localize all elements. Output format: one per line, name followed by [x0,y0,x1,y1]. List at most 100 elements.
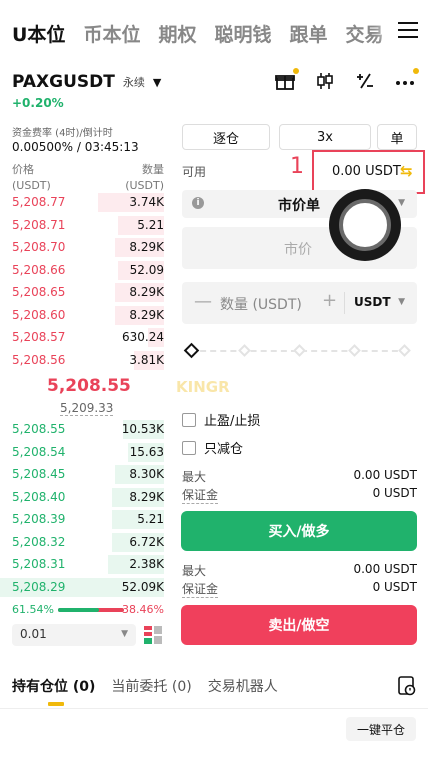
ask-row[interactable]: 5,208.65 8.29K [0,281,170,304]
slider-knob-75[interactable] [348,344,361,357]
price-change: +0.20% [12,96,64,110]
pair-selector[interactable]: PAXGUSDT 永续 ▼ [12,72,161,92]
ask-row[interactable]: 5,208.57 630.24 [0,326,170,349]
ask-row[interactable]: 5,208.56 3.81K [0,349,170,372]
ask-qty: 630.24 [122,330,164,344]
bid-qty: 8.29K [129,489,164,504]
ask-price: 5,208.70 [12,240,66,254]
ask-price: 5,208.66 [12,262,66,277]
market-type-tabs: U本位 币本位 期权 聪明钱 跟单 交易 [0,0,428,66]
funding-rate-label: 资金费率 (4时)/倒计时 [12,128,113,139]
buy-margin-value: 0 USDT [372,486,417,500]
ask-qty: 8.29K [129,307,164,322]
reduce-only-checkbox[interactable]: 只减仓 [182,438,243,457]
menu-icon[interactable] [398,22,418,38]
bid-qty: 10.53K [121,422,164,436]
bid-row[interactable]: 5,208.31 2.38K [0,553,170,576]
slider-knob-100[interactable] [398,344,411,357]
caret-down-icon: ▼ [152,75,162,89]
bid-qty: 15.63 [129,444,164,459]
buy-max-label: 最大 [182,470,207,484]
bid-qty: 8.30K [129,467,164,481]
info-icon[interactable]: i [192,197,204,209]
bid-row[interactable]: 5,208.29 52.09K [0,576,170,599]
tab-smart-money[interactable]: 聪明钱 [214,20,271,47]
bid-price: 5,208.45 [12,467,66,481]
tab-trading-bots-bottom[interactable]: 交易机器人 [208,676,278,696]
tab-trading-bots[interactable]: 交易 [346,20,384,47]
plus-icon[interactable]: + [322,290,337,311]
bid-row[interactable]: 5,208.32 6.72K [0,531,170,554]
caret-down-icon: ▼ [398,198,405,208]
tab-copy-trading[interactable]: 跟单 [289,20,327,47]
orderbook-header: 价格 (USDT) 数量 (USDT) [12,161,164,192]
buy-long-button[interactable]: 买入/做多 [181,511,417,551]
tab-open-orders[interactable]: 当前委托 (0) [111,676,191,696]
slider-knob-25[interactable] [238,344,251,357]
gift-icon[interactable] [274,68,299,92]
last-price[interactable]: 5,208.55 [47,376,131,396]
ask-row[interactable]: 5,208.71 5.21 [0,214,170,237]
candlestick-chart-icon[interactable] [314,70,336,92]
available-label: 可用 [182,165,207,179]
ask-row[interactable]: 5,208.70 8.29K [0,236,170,259]
orderbook-layout-icon[interactable] [144,626,162,644]
active-tab-indicator [48,702,64,706]
ask-row[interactable]: 5,208.60 8.29K [0,304,170,327]
margin-mode-button[interactable]: 逐仓 [182,124,270,150]
ask-qty: 5.21 [137,217,164,232]
bid-price: 5,208.39 [12,512,66,526]
transfer-icon[interactable]: ⇆ [400,162,413,180]
bid-price: 5,208.40 [12,489,66,504]
minus-icon[interactable]: — [194,291,212,312]
bid-row[interactable]: 5,208.39 5.21 [0,508,170,531]
tab-positions[interactable]: 持有仓位 (0) [12,676,95,696]
bid-row[interactable]: 5,208.55 10.53K [0,418,170,441]
slider-knob-50[interactable] [293,344,306,357]
mark-price: 5,209.33 [60,401,114,416]
bid-price: 5,208.31 [12,557,66,571]
tab-coin-margined[interactable]: 币本位 [83,20,140,47]
quantity-unit[interactable]: USDT [354,295,391,309]
ask-price: 5,208.56 [12,352,66,367]
ask-list: 5,208.77 3.74K 5,208.71 5.21 5,208.70 8.29K 5,… [0,191,170,371]
buy-ratio: 61.54% [12,603,54,616]
ask-qty: 52.09 [129,262,164,277]
perpetual-tag: 永续 [122,76,145,89]
bid-row[interactable]: 5,208.40 8.29K [0,486,170,509]
sell-margin-value: 0 USDT [372,580,417,594]
ask-price: 5,208.77 [12,195,66,209]
bid-qty: 2.38K [129,557,164,571]
ask-row[interactable]: 5,208.77 3.74K [0,191,170,214]
ask-qty: 8.29K [129,285,164,299]
more-icon[interactable] [394,68,419,92]
reduce-only-label: 只减仓 [204,442,244,457]
precision-select[interactable]: 0.01 ▼ [12,624,136,646]
bid-list: 5,208.55 10.53K 5,208.54 15.63 5,208.45 8.30K… [0,418,170,598]
tab-usdt-margined[interactable]: U本位 [12,20,65,47]
qty-header-block: 数量 (USDT) [125,161,164,192]
ask-qty: 8.29K [129,240,164,254]
checkbox-icon [182,412,196,427]
leverage-button[interactable]: 3x [279,124,371,150]
bid-qty: 5.21 [137,512,164,526]
calculator-icon[interactable] [354,70,376,92]
quantity-slider[interactable] [183,342,411,359]
quantity-input[interactable]: — 数量 (USDT) + USDT ▼ [182,282,417,324]
buy-margin-label: 保证金 [182,488,219,504]
slider-knob-0[interactable] [183,342,200,359]
pair-toolbar [256,68,419,92]
buy-max-value: 0.00 USDT [353,468,417,482]
ask-price: 5,208.60 [12,307,66,322]
sell-max-value: 0.00 USDT [353,562,417,576]
history-icon[interactable] [398,676,416,696]
bid-row[interactable]: 5,208.45 8.30K [0,463,170,486]
sell-margin-label: 保证金 [182,582,219,598]
position-mode-button[interactable]: 单 [377,124,417,150]
sell-short-button[interactable]: 卖出/做空 [181,605,417,645]
tab-options[interactable]: 期权 [158,20,196,47]
tp-sl-checkbox[interactable]: 止盈/止损 [182,410,260,429]
close-all-button[interactable]: 一键平仓 [346,717,416,741]
bid-row[interactable]: 5,208.54 15.63 [0,441,170,464]
ask-row[interactable]: 5,208.66 52.09 [0,259,170,282]
